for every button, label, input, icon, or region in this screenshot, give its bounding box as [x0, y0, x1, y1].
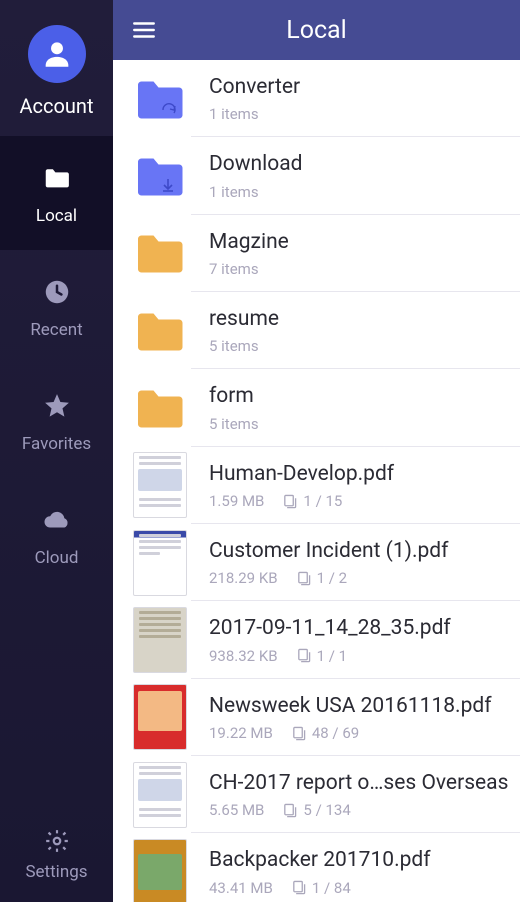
sidebar-item-cloud[interactable]: Cloud — [0, 478, 113, 592]
file-name: 2017-09-11_14_28_35.pdf — [209, 614, 516, 642]
avatar — [28, 25, 86, 83]
main-pane: Local Converter 1 items Download 1 items — [113, 0, 520, 902]
file-thumbnail — [133, 762, 187, 828]
account-label: Account — [19, 94, 93, 118]
sidebar-item-recent[interactable]: Recent — [0, 250, 113, 364]
file-list[interactable]: Converter 1 items Download 1 items — [113, 60, 520, 902]
clock-icon — [39, 274, 75, 310]
file-row[interactable]: Newsweek USA 20161118.pdf 19.22 MB 48 / … — [113, 679, 520, 756]
folder-meta: 1 items — [209, 105, 259, 123]
file-pages: 1 / 2 — [296, 569, 348, 587]
folder-row[interactable]: form 5 items — [113, 369, 520, 446]
file-size: 1.59 MB — [209, 492, 264, 510]
file-pages: 5 / 134 — [282, 801, 350, 819]
folder-name: resume — [209, 305, 516, 333]
file-size: 43.41 MB — [209, 879, 273, 897]
sidebar-item-label: Cloud — [35, 548, 79, 568]
sidebar-item-label: Recent — [30, 320, 82, 340]
sidebar: Account Local Recent Favorites Cloud — [0, 0, 113, 902]
file-name: Customer Incident (1).pdf — [209, 537, 516, 565]
sidebar-item-local[interactable]: Local — [0, 136, 113, 250]
file-row[interactable]: CH-2017 report o…ses Overseas 5.65 MB 5 … — [113, 756, 520, 833]
folder-icon — [39, 160, 75, 196]
settings-label: Settings — [25, 862, 87, 882]
sidebar-item-favorites[interactable]: Favorites — [0, 364, 113, 478]
file-thumbnail — [133, 684, 187, 750]
gear-icon — [44, 828, 70, 854]
folder-icon — [129, 300, 191, 362]
menu-button[interactable] — [129, 15, 159, 45]
folder-icon — [129, 222, 191, 284]
folder-name: Download — [209, 150, 516, 178]
folder-name: Magzine — [209, 228, 516, 256]
file-row[interactable]: Human-Develop.pdf 1.59 MB 1 / 15 — [113, 447, 520, 524]
folder-meta: 7 items — [209, 260, 259, 278]
cloud-icon — [39, 502, 75, 538]
file-size: 19.22 MB — [209, 724, 273, 742]
page-title: Local — [113, 16, 520, 45]
hamburger-icon — [131, 17, 157, 43]
folder-icon — [129, 145, 191, 207]
sidebar-item-label: Local — [36, 206, 77, 226]
toolbar: Local — [113, 0, 520, 60]
file-row[interactable]: Customer Incident (1).pdf 218.29 KB 1 / … — [113, 524, 520, 601]
file-size: 5.65 MB — [209, 801, 264, 819]
sidebar-item-settings[interactable]: Settings — [0, 828, 113, 902]
person-icon — [40, 37, 74, 71]
file-name: Newsweek USA 20161118.pdf — [209, 692, 516, 720]
folder-icon — [129, 377, 191, 439]
folder-row[interactable]: resume 5 items — [113, 292, 520, 369]
file-thumbnail — [133, 530, 187, 596]
file-pages: 1 / 84 — [291, 879, 351, 897]
folder-row[interactable]: Magzine 7 items — [113, 215, 520, 292]
file-name: Human-Develop.pdf — [209, 460, 516, 488]
file-thumbnail — [133, 452, 187, 518]
sidebar-item-label: Favorites — [22, 434, 91, 454]
file-size: 938.32 KB — [209, 647, 278, 665]
file-name: Backpacker 201710.pdf — [209, 846, 516, 874]
folder-icon — [129, 68, 191, 130]
file-row[interactable]: Backpacker 201710.pdf 43.41 MB 1 / 84 — [113, 833, 520, 902]
file-pages: 1 / 1 — [296, 647, 348, 665]
folder-meta: 1 items — [209, 183, 259, 201]
account-button[interactable]: Account — [0, 0, 113, 136]
star-icon — [39, 388, 75, 424]
folder-meta: 5 items — [209, 415, 259, 433]
folder-row[interactable]: Download 1 items — [113, 137, 520, 214]
folder-row[interactable]: Converter 1 items — [113, 60, 520, 137]
file-pages: 48 / 69 — [291, 724, 359, 742]
file-pages: 1 / 15 — [282, 492, 342, 510]
folder-name: Converter — [209, 73, 516, 101]
folder-name: form — [209, 382, 516, 410]
file-size: 218.29 KB — [209, 569, 278, 587]
file-thumbnail — [133, 839, 187, 902]
file-thumbnail — [133, 607, 187, 673]
file-row[interactable]: 2017-09-11_14_28_35.pdf 938.32 KB 1 / 1 — [113, 601, 520, 678]
folder-meta: 5 items — [209, 337, 259, 355]
file-name: CH-2017 report o…ses Overseas — [209, 769, 516, 797]
